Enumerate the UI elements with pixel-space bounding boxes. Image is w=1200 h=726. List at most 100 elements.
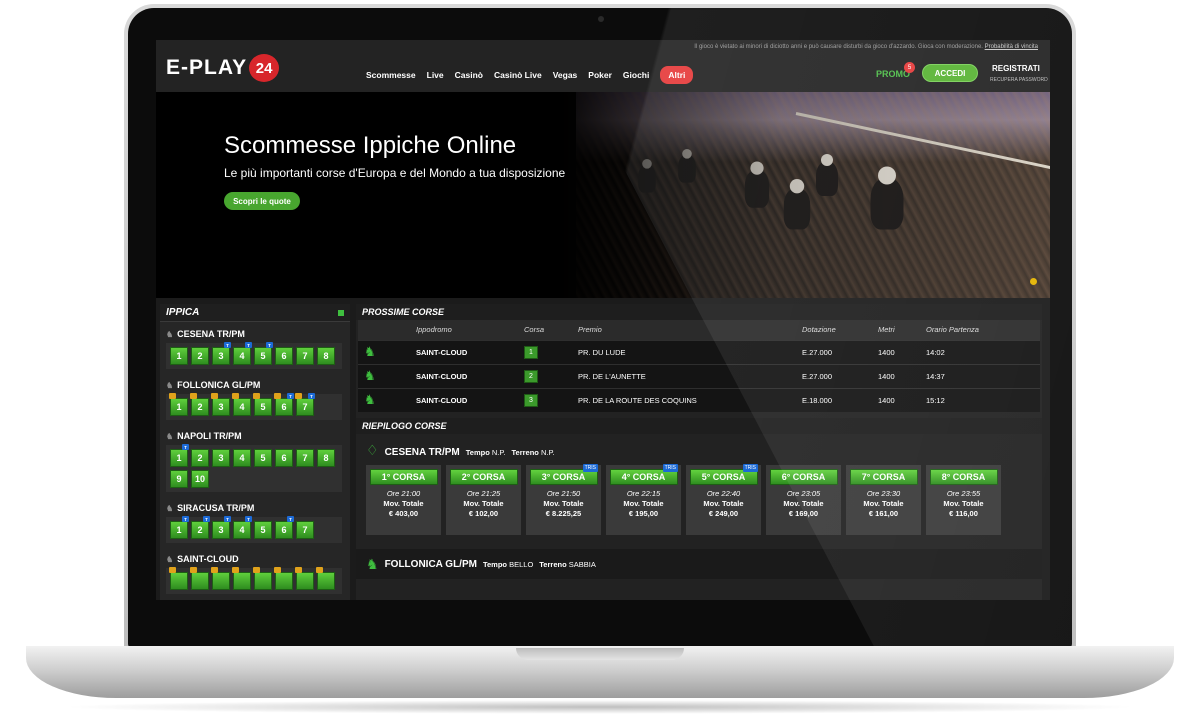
quota-badge-icon — [169, 393, 176, 399]
summary-track-name: FOLLONICA GL/PM — [384, 558, 477, 570]
race-button[interactable] — [190, 567, 209, 590]
race-card: 3° CORSA TRIS Ore 21:50 Mov. Totale € 8.225,… — [526, 464, 601, 535]
race-number-badge[interactable]: 1 — [524, 345, 538, 359]
race-card: 1° CORSA Ore 21:00 Mov. Totale € 403,00 — [366, 465, 441, 535]
race-button[interactable]: 2T — [191, 516, 210, 539]
race-card-button[interactable]: 7° CORSA — [849, 469, 918, 485]
table-cell: E.27.000 — [796, 339, 872, 364]
next-races-table: Ippodromo Corsa Premio Dotazione Metri O… — [358, 320, 1040, 412]
table-row[interactable]: ♞ SAINT-CLOUD 2 PR. DE L'AUNETTE E.27.000 140… — [358, 363, 1040, 388]
race-button[interactable]: 2 — [191, 347, 209, 365]
sidebar-track-header[interactable]: ♞ CESENA TR/PM — [166, 325, 344, 343]
race-button[interactable] — [232, 567, 251, 590]
sidebar-track-header[interactable]: ♞ NAPOLI TR/PM — [166, 427, 344, 445]
summary-title: RIEPILOGO CORSE — [356, 418, 1042, 434]
race-button[interactable]: 6 — [275, 449, 293, 467]
quota-badge-icon — [295, 393, 302, 399]
race-button[interactable] — [211, 567, 230, 590]
race-button[interactable]: 2 — [191, 449, 209, 467]
race-volume-label: Mov. Totale — [463, 499, 504, 508]
nav-item[interactable]: Giochi — [623, 70, 649, 80]
race-button[interactable]: 1T — [170, 516, 189, 539]
race-button[interactable]: 6T — [275, 516, 294, 539]
race-button[interactable]: 3T — [212, 516, 231, 539]
race-button[interactable] — [316, 567, 335, 590]
race-card-button[interactable]: 1° CORSA — [369, 469, 438, 485]
nav-item[interactable]: Casinò Live — [494, 70, 542, 80]
race-button[interactable]: 3 — [212, 449, 230, 467]
odds-link[interactable]: Probabilità di vincita — [985, 44, 1038, 50]
logo[interactable]: E-PLAY 24 — [166, 54, 280, 82]
race-button-group: 12 3T4T5T678 — [166, 342, 342, 369]
race-button[interactable]: 7 — [296, 347, 314, 365]
race-button[interactable]: 4 — [233, 449, 251, 467]
weather-info: Tempo N.P. — [465, 448, 506, 457]
race-button[interactable]: 4T — [233, 516, 252, 539]
nav-item[interactable]: Live — [427, 70, 444, 80]
nav-item[interactable]: Casinò — [455, 70, 483, 80]
horse-icon: ♞ — [166, 554, 174, 564]
race-volume-amount: € 102,00 — [468, 509, 499, 518]
race-button[interactable]: 9 — [170, 470, 188, 488]
race-button[interactable]: 6 — [275, 347, 293, 365]
race-button[interactable]: 1T — [170, 444, 189, 467]
race-number: 2 — [197, 351, 203, 361]
race-button[interactable]: 2 — [190, 393, 209, 416]
race-button[interactable]: 5 — [254, 521, 272, 539]
race-button[interactable]: 3T — [212, 342, 231, 365]
race-button[interactable]: 7 — [296, 521, 314, 539]
race-number-badge[interactable]: 3 — [524, 393, 538, 407]
track-list: ♞ CESENA TR/PM 1 2 3 T 4 T 5 T 6 7 8 ♞ FOLLONICA GL/PM… — [160, 322, 350, 598]
summary-track-follonica[interactable]: ♞ FOLLONICA GL/PM Tempo BELLO Terreno SA… — [356, 549, 1042, 579]
carousel-dot[interactable] — [1030, 278, 1037, 285]
quota-badge-icon — [190, 567, 197, 573]
race-card-button[interactable]: 8° CORSA — [929, 469, 998, 485]
race-button[interactable]: 8 — [317, 449, 335, 467]
sidebar-track-header[interactable]: ♞ SIRACUSA TR/PM — [166, 499, 344, 517]
login-button[interactable]: ACCEDI — [922, 64, 978, 82]
race-button[interactable] — [295, 567, 314, 590]
nav-item[interactable]: Vegas — [553, 70, 578, 80]
legal-notice: Il gioco è vietato ai minori di diciotto… — [694, 44, 1038, 50]
race-button[interactable]: 1 — [169, 393, 188, 416]
race-number: 1 — [176, 402, 182, 412]
race-button[interactable]: 5T — [254, 342, 273, 365]
race-card-button[interactable]: 6° CORSA — [769, 469, 838, 485]
race-number-badge[interactable]: 2 — [524, 369, 538, 383]
race-button[interactable]: 5 — [253, 393, 272, 416]
table-row[interactable]: ♞ SAINT-CLOUD 1 PR. DU LUDE E.27.000 1400 14:0… — [358, 339, 1040, 364]
race-button[interactable]: 4 — [232, 393, 251, 416]
race-number: 3 — [218, 453, 224, 463]
recover-password-link[interactable]: RECUPERA PASSWORD — [990, 77, 1048, 83]
sidebar-track-header[interactable]: ♞ SAINT-CLOUD — [166, 550, 344, 568]
table-row[interactable]: ♞ SAINT-CLOUD 3 PR. DE LA ROUTE DES COQUINS… — [358, 387, 1040, 412]
race-button[interactable]: 8 — [317, 347, 335, 365]
race-button[interactable] — [169, 567, 188, 590]
race-button[interactable]: 7T — [295, 393, 315, 416]
race-button[interactable]: 7 — [296, 449, 314, 467]
race-button[interactable]: 4T — [233, 342, 252, 365]
table-cell: PR. DU LUDE — [572, 339, 796, 364]
race-button[interactable]: 10 — [191, 470, 209, 488]
race-button[interactable]: 5 — [254, 449, 272, 467]
nav-more-button[interactable]: Altri — [660, 66, 694, 84]
table-cell: SAINT-CLOUD — [410, 387, 518, 412]
summary-track-cesena[interactable]: ♢ CESENA TR/PM Tempo N.P. Terreno N.P. — [356, 434, 1042, 465]
race-button[interactable]: 6T — [274, 393, 294, 416]
race-number: 5 — [260, 351, 266, 361]
race-card-button[interactable]: 2° CORSA — [449, 469, 518, 485]
table-cell: 15:12 — [920, 387, 1040, 412]
race-volume-amount: € 249,00 — [708, 509, 739, 518]
sidebar-track: ♞ SAINT-CLOUD — [160, 547, 350, 598]
sidebar-title: IPPICA — [166, 307, 200, 318]
race-number: 1 — [176, 453, 182, 463]
race-button[interactable] — [253, 567, 272, 590]
race-button[interactable]: 1 — [170, 347, 188, 365]
race-button[interactable]: 3 — [211, 393, 230, 416]
nav-item[interactable]: Poker — [588, 70, 612, 80]
nav-item[interactable]: Scommesse — [366, 70, 416, 80]
register-link[interactable]: REGISTRATI — [992, 64, 1040, 73]
race-button[interactable] — [274, 567, 293, 590]
discover-odds-button[interactable]: Scopri le quote — [224, 192, 300, 210]
sidebar-track-header[interactable]: ♞ FOLLONICA GL/PM — [166, 376, 344, 394]
